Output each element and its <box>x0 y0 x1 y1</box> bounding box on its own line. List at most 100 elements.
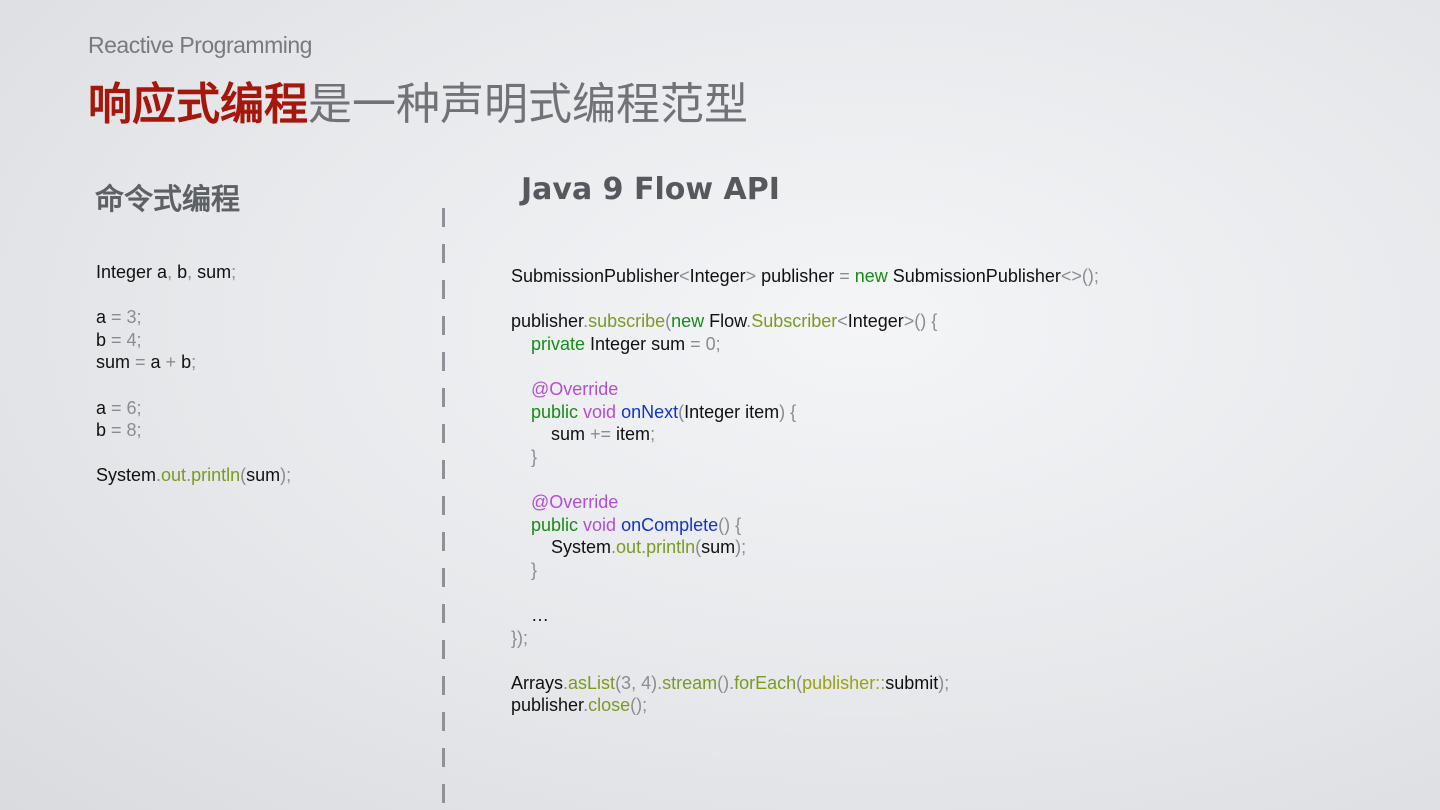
code-token: } <box>531 559 538 580</box>
code-token: >() { <box>903 311 938 332</box>
code-line: @Override <box>511 491 1099 514</box>
code-line: b = 8; <box>96 419 291 442</box>
code-token: subscribe <box>588 311 666 332</box>
code-token: Integer a <box>96 262 168 282</box>
code-token: = 4; <box>111 329 142 350</box>
code-line: sum += item; <box>511 423 1099 446</box>
code-token: publisher <box>511 695 584 716</box>
code-token: < <box>679 266 690 286</box>
code-line: b = 4; <box>96 329 291 352</box>
code-token: sum <box>701 537 736 558</box>
code-token: SubmissionPublisher <box>511 266 680 286</box>
code-token: item <box>616 424 651 445</box>
code-token: forEach <box>734 672 797 693</box>
code-token: = <box>839 266 855 286</box>
code-line: private Integer sum = 0; <box>511 333 1099 356</box>
code-token: (). <box>717 672 735 693</box>
code-token: (); <box>630 695 648 716</box>
code-token: (3, 4). <box>615 672 663 693</box>
code-token: ; <box>231 262 237 282</box>
code-token: Integer sum <box>590 333 691 354</box>
code-token: a <box>150 352 166 373</box>
code-line: SubmissionPublisher<Integer> publisher =… <box>511 265 1099 288</box>
code-token: public <box>531 514 584 535</box>
code-line: Arrays.asList(3, 4).stream().forEach(pub… <box>511 672 1099 695</box>
slide-title: 响应式编程是一种声明式编程范型 <box>88 68 748 132</box>
code-token: sum <box>511 424 591 445</box>
code-token: + <box>165 352 182 373</box>
code-token: }); <box>511 627 529 648</box>
code-token: a <box>96 307 112 328</box>
code-token: b <box>177 262 188 282</box>
code-line: publisher.subscribe(new Flow.Subscriber<… <box>511 310 1099 333</box>
code-token: close <box>588 695 631 716</box>
code-token: += <box>590 424 617 445</box>
code-token: Arrays <box>511 672 564 693</box>
code-token: public <box>531 401 584 422</box>
code-line: a = 3; <box>96 306 291 329</box>
code-token: void <box>583 514 622 535</box>
code-token: = 0; <box>690 333 721 354</box>
code-token: println <box>646 537 696 558</box>
slide-subtitle: Reactive Programming <box>88 32 312 58</box>
code-token: = 3; <box>111 307 142 328</box>
code-token: stream <box>662 672 718 693</box>
code-token: ); <box>735 537 747 558</box>
code-token: sum <box>197 262 232 282</box>
code-token: … <box>511 604 550 625</box>
code-token: <>(); <box>1060 266 1099 286</box>
code-token: private <box>531 333 591 354</box>
code-line: @Override <box>511 378 1099 401</box>
code-token: ) { <box>779 401 797 422</box>
code-token: sum <box>246 465 281 486</box>
code-line: … <box>511 604 1099 627</box>
code-line: sum = a + b; <box>96 351 291 374</box>
code-token: = 8; <box>111 420 142 441</box>
slide-title-accent: 响应式编程 <box>88 79 308 130</box>
flow-api-code-block: SubmissionPublisher<Integer> publisher =… <box>511 265 1099 717</box>
code-token: out <box>616 537 642 558</box>
code-token: Subscriber <box>751 311 838 332</box>
code-token: new <box>671 311 710 332</box>
code-token: onNext <box>621 401 679 422</box>
code-token: @Override <box>531 491 619 512</box>
code-token: = 6; <box>111 397 142 418</box>
code-token: asList <box>568 672 616 693</box>
code-token: onComplete <box>621 514 719 535</box>
imperative-code-block: Integer a, b, sum; a = 3; b = 4; sum = a +… <box>96 261 291 487</box>
code-token: < <box>837 311 848 332</box>
code-token: Integer <box>847 311 904 332</box>
code-token: , <box>167 262 178 282</box>
code-token: b <box>96 329 112 350</box>
code-token: ); <box>938 672 950 693</box>
column-divider <box>442 208 445 806</box>
code-token: Integer item <box>684 401 780 422</box>
code-token: System <box>511 537 612 558</box>
slide-title-rest: 是一种声明式编程范型 <box>308 79 748 130</box>
code-token: publisher:: <box>802 672 886 693</box>
code-token: Flow <box>709 311 747 332</box>
code-line: a = 6; <box>96 397 291 420</box>
code-line: } <box>511 446 1099 469</box>
code-token: sum <box>96 352 136 373</box>
code-token: b <box>181 352 192 373</box>
flow-api-heading: Java 9 Flow API <box>521 172 780 207</box>
code-token: SubmissionPublisher <box>892 266 1061 286</box>
code-token: out <box>161 465 187 486</box>
code-token: void <box>583 401 622 422</box>
code-token: = <box>135 352 151 373</box>
code-token: ); <box>280 465 292 486</box>
code-token: > <box>745 266 762 286</box>
